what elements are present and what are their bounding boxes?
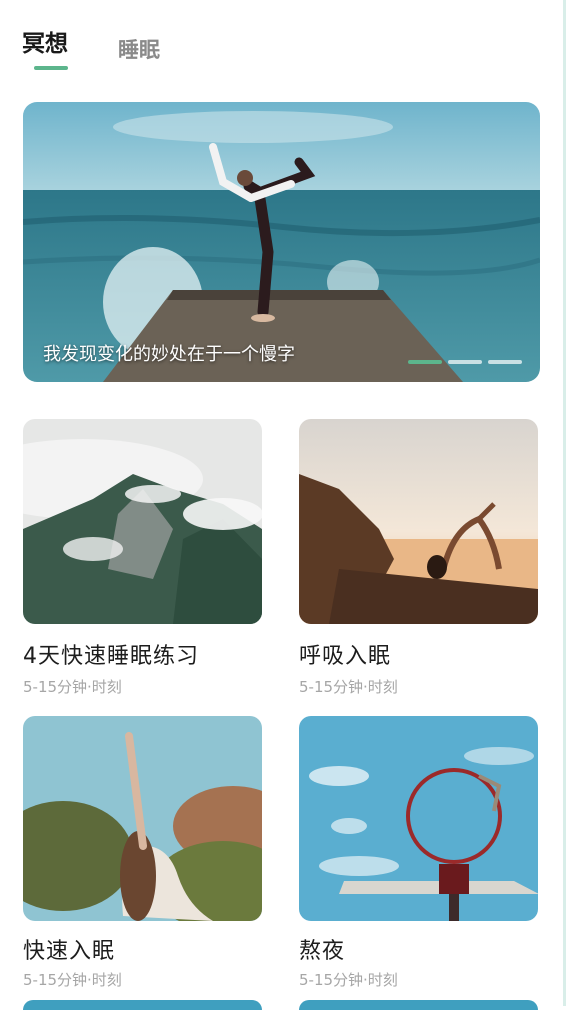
- tab-sleep[interactable]: 睡眠: [118, 34, 160, 64]
- active-tab-indicator: [34, 66, 68, 70]
- course-title: 快速入眠: [23, 939, 116, 964]
- course-card-2[interactable]: 呼吸入眠 5-15分钟·时刻: [299, 419, 538, 697]
- carousel-dot[interactable]: [488, 360, 522, 364]
- carousel-dot[interactable]: [408, 360, 442, 364]
- course-meta: 5-15分钟·时刻: [23, 971, 122, 989]
- tab-meditation[interactable]: 冥想: [22, 24, 68, 58]
- banner-caption: 我发现变化的妙处在于一个慢字: [43, 344, 295, 365]
- course-meta: 5-15分钟·时刻: [299, 971, 398, 989]
- next-card-peek: [23, 1000, 262, 1010]
- course-thumbnail: [299, 716, 538, 921]
- carousel-indicators: [408, 360, 522, 364]
- course-title: 呼吸入眠: [299, 644, 392, 669]
- course-card-1[interactable]: 4天快速睡眠练习 5-15分钟·时刻: [23, 419, 262, 697]
- course-card-4[interactable]: 熬夜 5-15分钟·时刻: [299, 716, 538, 990]
- course-meta: 5-15分钟·时刻: [299, 678, 398, 696]
- course-thumbnail: [299, 419, 538, 624]
- course-title: 熬夜: [299, 939, 346, 964]
- banner-carousel[interactable]: 我发现变化的妙处在于一个慢字: [23, 102, 540, 382]
- next-card-peek: [299, 1000, 538, 1010]
- course-thumbnail: [23, 419, 262, 624]
- course-card-3[interactable]: 快速入眠 5-15分钟·时刻: [23, 716, 262, 990]
- course-thumbnail: [23, 716, 262, 921]
- carousel-dot[interactable]: [448, 360, 482, 364]
- course-title: 4天快速睡眠练习: [23, 644, 199, 669]
- course-meta: 5-15分钟·时刻: [23, 678, 122, 696]
